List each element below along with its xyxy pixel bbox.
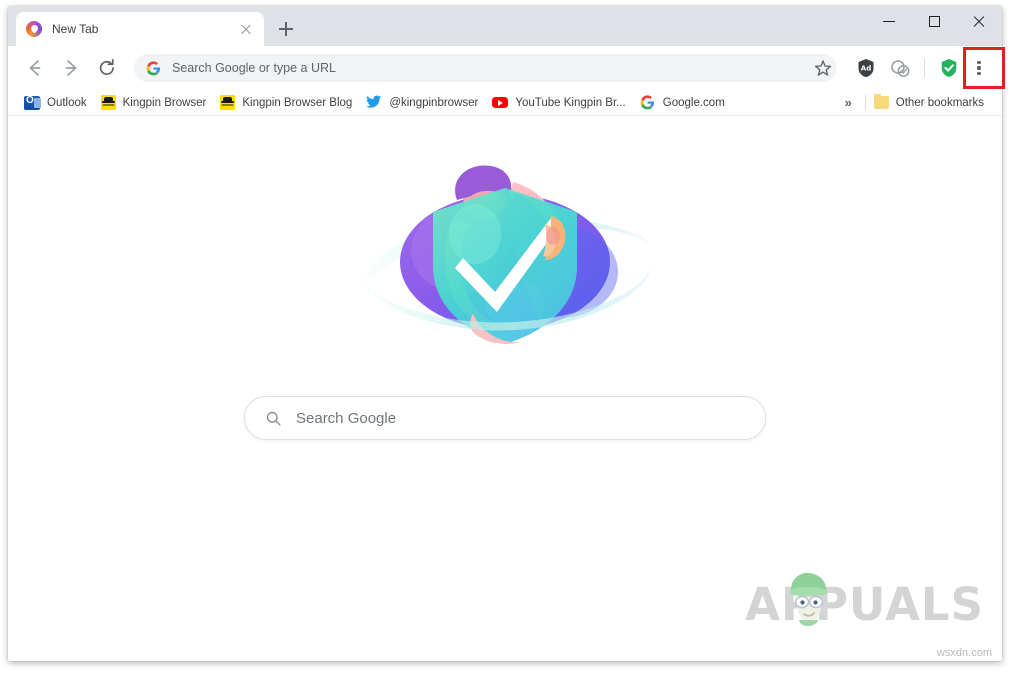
tab-title: New Tab [52, 22, 99, 36]
browser-toolbar: Search Google or type a URL Ad [8, 46, 1002, 90]
bookmark-item-outlook[interactable]: Outlook [22, 92, 95, 114]
back-arrow-icon [29, 60, 41, 76]
appuals-mascot-icon [790, 572, 828, 626]
reload-icon [99, 58, 114, 76]
forward-button[interactable] [56, 53, 86, 83]
bookmark-label: YouTube Kingpin Br... [515, 96, 626, 109]
shield-hero-illustration [345, 154, 665, 349]
new-tab-page: Search Google APPUALS wsxdn.com [8, 116, 1002, 661]
bookmark-item-youtube[interactable]: YouTube Kingpin Br... [490, 92, 633, 114]
reload-button[interactable] [92, 53, 122, 83]
close-window-button[interactable] [957, 6, 1002, 36]
outlook-icon [24, 95, 41, 110]
appuals-watermark: APPUALS [745, 572, 984, 631]
adblock-extension-icon[interactable]: Ad [852, 54, 880, 82]
browser-menu-button[interactable] [966, 55, 992, 81]
bookmark-item-kingpin-browser[interactable]: Kingpin Browser [99, 92, 215, 114]
kingpin-icon [100, 95, 116, 110]
kingpin-icon [220, 95, 236, 110]
page-search-box[interactable]: Search Google [244, 396, 766, 440]
bookmark-label: Kingpin Browser Blog [242, 96, 353, 109]
menu-dot [977, 60, 981, 64]
maximize-button[interactable] [912, 6, 957, 36]
menu-dot [977, 72, 981, 76]
search-icon [266, 411, 281, 426]
close-tab-icon[interactable] [238, 21, 254, 37]
bookmarks-overflow-button[interactable]: » [837, 95, 859, 110]
tab-strip: New Tab [8, 6, 1002, 46]
site-credit: wsxdn.com [936, 647, 992, 659]
security-shield-icon[interactable] [935, 54, 963, 82]
privacy-cookie-extension-icon[interactable] [886, 54, 914, 82]
other-bookmarks-label: Other bookmarks [895, 96, 984, 109]
bookmark-star-button[interactable] [809, 54, 837, 82]
youtube-icon [492, 96, 509, 109]
browser-tab[interactable]: New Tab [16, 12, 264, 46]
address-bar-placeholder: Search Google or type a URL [172, 61, 336, 75]
menu-dot [977, 66, 981, 70]
bookmark-label: Google.com [662, 96, 725, 109]
bookmarks-bar: Outlook Kingpin Browser Kingpin Browser … [8, 90, 1002, 116]
bookmark-label: Outlook [47, 96, 87, 109]
bookmark-item-google[interactable]: Google.com [638, 92, 733, 114]
minimize-button[interactable] [867, 6, 912, 36]
address-bar[interactable]: Search Google or type a URL [134, 54, 835, 82]
browser-window: New Tab Search Google or type a URL Ad O… [8, 6, 1002, 661]
kingpin-favicon-icon [26, 21, 42, 37]
star-icon [814, 60, 832, 76]
window-controls [867, 6, 1002, 46]
google-g-icon [146, 60, 161, 75]
svg-text:Ad: Ad [861, 65, 871, 73]
forward-arrow-icon [65, 60, 77, 76]
bookmark-label: @kingpinbrowser [389, 96, 479, 109]
watermark-text: APPUALS [745, 578, 984, 631]
search-placeholder: Search Google [296, 409, 397, 427]
back-button[interactable] [20, 53, 50, 83]
screenshot-root: New Tab Search Google or type a URL Ad O… [0, 0, 1017, 680]
google-g-icon [640, 94, 656, 111]
bookmark-label: Kingpin Browser [122, 96, 207, 109]
other-bookmarks-folder[interactable]: Other bookmarks [872, 92, 992, 114]
bookmarks-divider [864, 94, 866, 111]
twitter-icon [366, 95, 382, 111]
new-tab-button[interactable] [272, 15, 300, 43]
bookmark-item-twitter[interactable]: @kingpinbrowser [364, 92, 486, 114]
bookmark-item-kingpin-browser-blog[interactable]: Kingpin Browser Blog [218, 92, 360, 114]
folder-icon [873, 93, 889, 109]
toolbar-divider [924, 59, 925, 77]
